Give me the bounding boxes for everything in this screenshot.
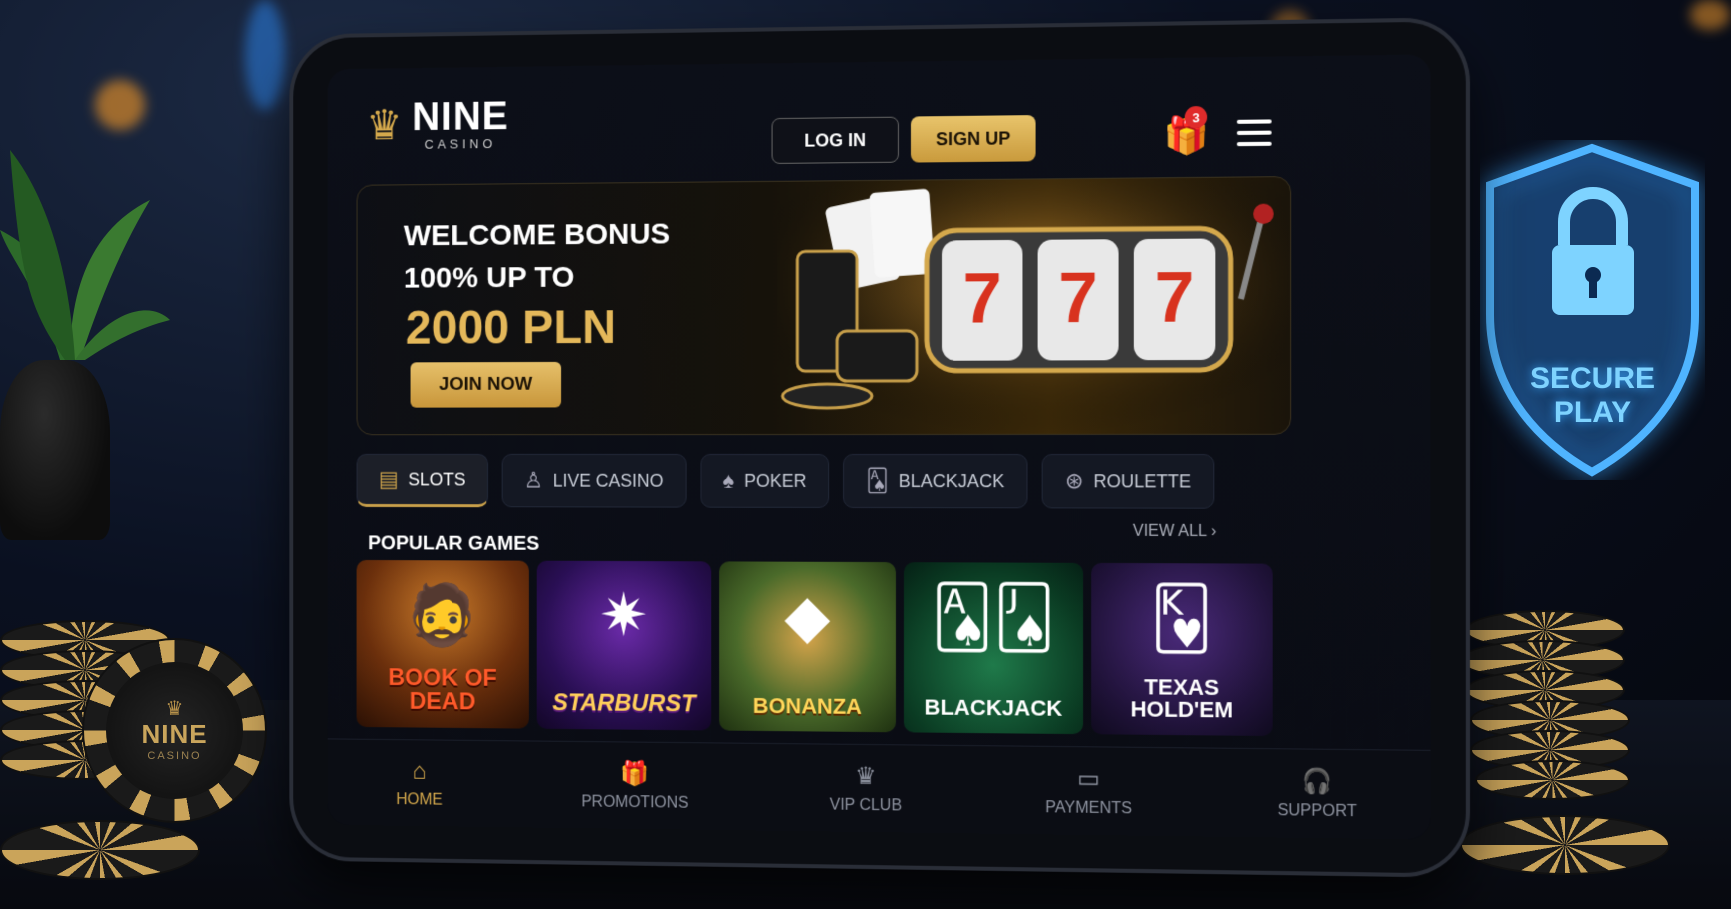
nav-label: VIP CLUB bbox=[829, 796, 903, 815]
view-all-label: VIEW ALL bbox=[1132, 522, 1207, 541]
nav-home[interactable]: ⌂ HOME bbox=[396, 757, 442, 809]
brand-name: NINE bbox=[412, 94, 509, 139]
game-title: BOOK OF DEAD bbox=[388, 664, 497, 716]
poker-chips-icon: 🂾 bbox=[1150, 584, 1213, 653]
roulette-icon: ⊛ bbox=[1064, 468, 1084, 494]
tab-label: POKER bbox=[744, 470, 807, 491]
crown-icon: ♛ bbox=[855, 762, 877, 791]
game-card[interactable]: 🧔 BOOK OF DEAD bbox=[356, 559, 529, 729]
tab-label: LIVE CASINO bbox=[552, 470, 664, 491]
tab-slots[interactable]: ▤ SLOTS bbox=[356, 453, 488, 508]
tab-label: BLACKJACK bbox=[898, 470, 1005, 491]
svg-text:7: 7 bbox=[963, 258, 1002, 337]
signup-button[interactable]: SIGN UP bbox=[910, 115, 1036, 163]
game-title: STARBURST bbox=[552, 689, 696, 718]
cards-icon: 🂡 bbox=[866, 467, 889, 494]
hero-subtitle: 100% UP TO bbox=[403, 260, 575, 295]
nav-label: HOME bbox=[396, 790, 443, 809]
tab-label: ROULETTE bbox=[1093, 470, 1192, 491]
plant-decoration bbox=[0, 150, 170, 360]
game-card[interactable]: 🂾 TEXAS HOLD'EM bbox=[1091, 562, 1273, 737]
notification-badge: 3 bbox=[1184, 105, 1208, 129]
game-title: BLACKJACK bbox=[924, 694, 1063, 721]
chip-sub: CASINO bbox=[147, 750, 202, 762]
home-icon: ⌂ bbox=[412, 757, 427, 785]
casino-chip-flat bbox=[1460, 815, 1670, 875]
bokeh-light bbox=[1690, 0, 1730, 30]
tab-live-casino[interactable]: ♙ LIVE CASINO bbox=[501, 453, 687, 508]
plant-pot bbox=[0, 360, 110, 540]
category-tabs: ▤ SLOTS ♙ LIVE CASINO ♠ POKER 🂡 BLACKJAC… bbox=[356, 453, 1215, 509]
app-header: ♛ NINE CASINO LOG IN SIGN UP 🎁 3 bbox=[328, 54, 1431, 164]
nav-label: PAYMENTS bbox=[1045, 799, 1132, 818]
crown-icon: ♛ bbox=[165, 698, 184, 720]
tablet-device: ♛ NINE CASINO LOG IN SIGN UP 🎁 3 WELCOME… bbox=[293, 21, 1466, 874]
brand-logo[interactable]: ♛ NINE CASINO bbox=[366, 94, 509, 152]
game-card[interactable]: ✷ STARBURST bbox=[536, 560, 712, 731]
tab-blackjack[interactable]: 🂡 BLACKJACK bbox=[843, 453, 1028, 509]
app-screen: ♛ NINE CASINO LOG IN SIGN UP 🎁 3 WELCOME… bbox=[327, 54, 1431, 840]
shield-line2: PLAY bbox=[1553, 396, 1632, 429]
nav-payments[interactable]: ▭ PAYMENTS bbox=[1045, 764, 1132, 818]
wallet-icon: ▭ bbox=[1077, 765, 1101, 793]
slot-machine-illustration: 7 7 7 bbox=[777, 177, 1292, 436]
crown-icon: ♛ bbox=[366, 101, 403, 148]
bokeh-light bbox=[245, 0, 285, 110]
tab-label: SLOTS bbox=[408, 469, 466, 489]
gift-icon: 🎁 bbox=[620, 760, 650, 788]
join-now-button[interactable]: JOIN NOW bbox=[410, 361, 562, 408]
star-gem-icon: ✷ bbox=[599, 581, 649, 649]
bottom-navigation: ⌂ HOME 🎁 PROMOTIONS ♛ VIP CLUB ▭ PAYMENT… bbox=[327, 738, 1431, 840]
nav-promotions[interactable]: 🎁 PROMOTIONS bbox=[581, 759, 688, 813]
chevron-right-icon: › bbox=[1211, 522, 1217, 541]
spade-icon: ♠ bbox=[722, 467, 735, 493]
welcome-banner: WELCOME BONUS 100% UP TO 2000 PLN JOIN N… bbox=[356, 176, 1292, 436]
dealer-icon: ♙ bbox=[523, 467, 544, 493]
tab-roulette[interactable]: ⊛ ROULETTE bbox=[1041, 454, 1215, 509]
section-title: POPULAR GAMES bbox=[368, 532, 540, 555]
brand-sub: CASINO bbox=[424, 136, 497, 152]
cards-icon: 🂡🂫 bbox=[931, 583, 1056, 652]
nav-support[interactable]: 🎧 SUPPORT bbox=[1277, 767, 1356, 822]
secure-play-text: SECURE PLAY bbox=[1480, 362, 1705, 430]
hero-amount: 2000 PLN bbox=[405, 301, 616, 355]
game-title: TEXAS HOLD'EM bbox=[1130, 674, 1234, 723]
game-card[interactable]: ◆ BONANZA bbox=[719, 561, 896, 733]
headset-icon: 🎧 bbox=[1301, 767, 1333, 796]
menu-icon[interactable] bbox=[1236, 119, 1272, 147]
game-grid: 🧔 BOOK OF DEAD ✷ STARBURST ◆ BONANZA 🂡🂫 … bbox=[356, 559, 1273, 737]
chip-brand: NINE bbox=[141, 719, 208, 749]
nav-label: PROMOTIONS bbox=[581, 793, 689, 812]
game-thumbnail: 🧔 bbox=[406, 581, 479, 648]
gem-icon: ◆ bbox=[784, 582, 831, 650]
svg-text:7: 7 bbox=[1155, 257, 1195, 337]
nav-label: SUPPORT bbox=[1277, 802, 1357, 821]
game-card[interactable]: 🂡🂫 BLACKJACK bbox=[903, 562, 1084, 735]
nav-vip-club[interactable]: ♛ VIP CLUB bbox=[830, 762, 902, 816]
svg-text:7: 7 bbox=[1058, 258, 1097, 338]
shield-line1: SECURE bbox=[1529, 362, 1656, 395]
slot-machine-icon: ▤ bbox=[378, 466, 399, 492]
chip-stack-right bbox=[1455, 610, 1645, 800]
casino-chip: ♛ NINE CASINO bbox=[82, 638, 267, 823]
hero-title: WELCOME BONUS bbox=[403, 217, 671, 253]
casino-chip-bottom bbox=[0, 820, 200, 880]
login-button[interactable]: LOG IN bbox=[771, 116, 899, 164]
tab-poker[interactable]: ♠ POKER bbox=[700, 453, 830, 508]
game-title: BONANZA bbox=[752, 693, 863, 719]
view-all-link[interactable]: VIEW ALL › bbox=[1133, 523, 1217, 541]
